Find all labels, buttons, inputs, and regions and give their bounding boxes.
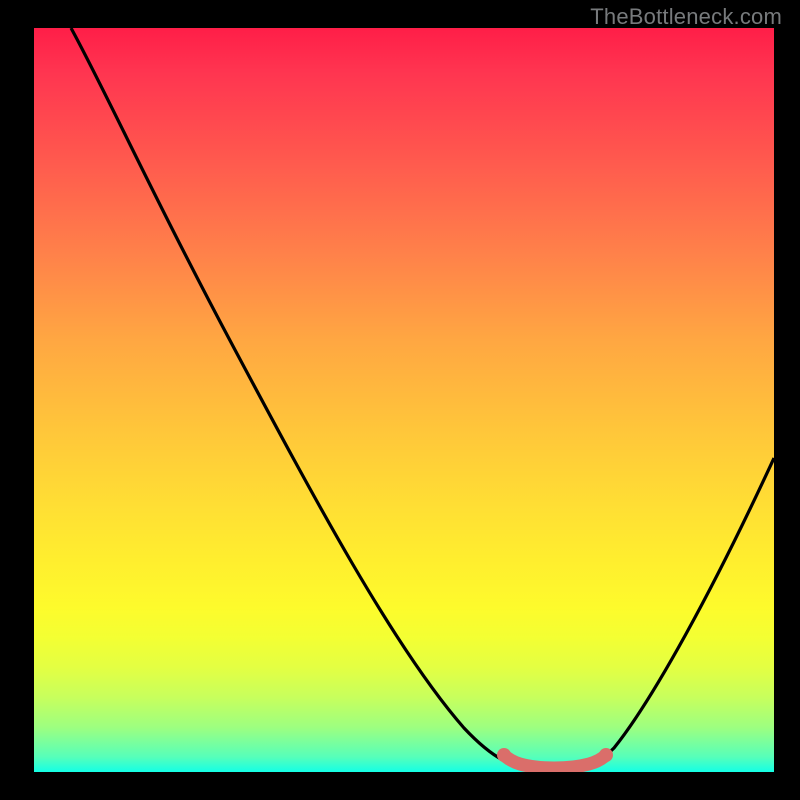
watermark-text: TheBottleneck.com [590, 4, 782, 30]
chart-plot-area [34, 28, 774, 772]
chart-svg [34, 28, 774, 772]
chart-frame: TheBottleneck.com [0, 0, 800, 800]
marked-region-dot-left [497, 748, 511, 762]
marked-region-dot-right [599, 748, 613, 762]
marked-region [504, 755, 606, 768]
bottleneck-curve [71, 28, 774, 768]
